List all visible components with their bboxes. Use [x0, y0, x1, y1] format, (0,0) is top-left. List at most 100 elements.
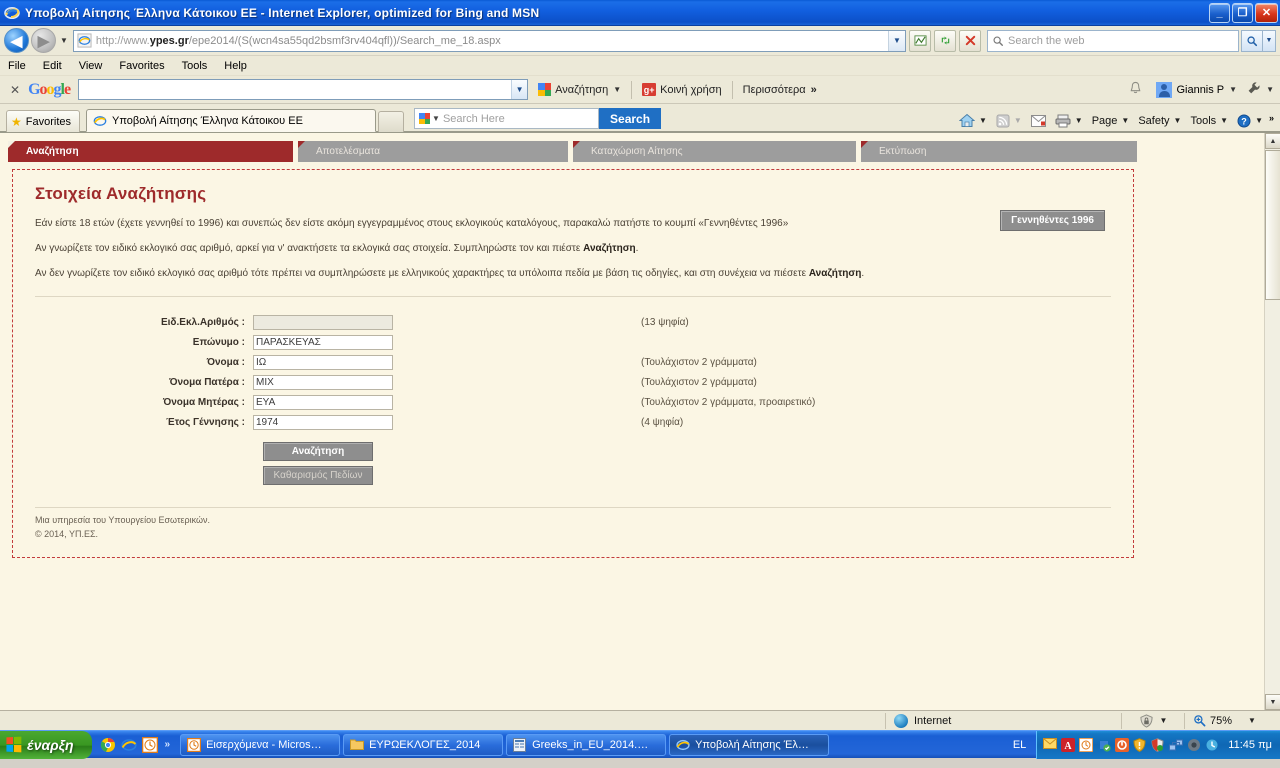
account-name[interactable]: Giannis P — [1176, 84, 1224, 96]
shield-icon[interactable] — [1133, 737, 1147, 752]
google-search-caret[interactable]: ▼ — [511, 80, 528, 99]
forward-button[interactable]: ▶ — [31, 28, 56, 53]
home-button[interactable]: ▼ — [958, 113, 987, 128]
clock-icon[interactable] — [1078, 736, 1094, 753]
zoom-control[interactable]: 75% ▼ — [1185, 711, 1280, 730]
chrome-icon[interactable] — [100, 737, 116, 753]
search-placeholder-text: Search the web — [1008, 34, 1085, 47]
home-caret-icon[interactable]: ▼ — [979, 116, 987, 125]
taskbar-item-ie-active[interactable]: Υποβολή Αίτησης Έλ… — [669, 733, 830, 756]
page-caret-icon[interactable]: ▼ — [1121, 116, 1129, 125]
safety-menu-button[interactable]: Safety ▼ — [1138, 115, 1181, 127]
network-icon[interactable] — [1169, 738, 1184, 752]
address-dropdown-caret[interactable]: ▼ — [888, 30, 905, 51]
feeds-button[interactable]: ▼ — [996, 114, 1022, 128]
search-provider-caret[interactable]: ▼ — [1263, 29, 1276, 52]
google-search-input[interactable]: ▼ — [78, 79, 529, 100]
quick-launch-overflow-icon[interactable]: » — [165, 739, 171, 750]
close-toolbar-button[interactable]: ✕ — [10, 83, 20, 97]
google-share-button[interactable]: g+ Κοινή χρήση — [642, 83, 722, 96]
taskbar-item-outlook[interactable]: Εισερχόμενα - Micros… — [180, 733, 341, 756]
restore-button[interactable]: ❐ — [1232, 2, 1253, 23]
menu-item-file[interactable]: File — [8, 60, 26, 72]
search-the-web-input[interactable]: Search the web — [987, 29, 1239, 52]
avg-icon[interactable] — [1115, 737, 1130, 752]
acrobat-icon[interactable]: A — [1061, 737, 1076, 752]
print-button[interactable]: ▼ — [1055, 114, 1083, 128]
safety-caret-icon[interactable]: ▼ — [1174, 116, 1182, 125]
taskbar-item-excel[interactable]: Greeks_in_EU_2014.… — [506, 733, 667, 756]
notifications-bell-icon[interactable] — [1129, 81, 1142, 98]
bing-provider-caret[interactable]: ▼ — [432, 114, 440, 123]
compatibility-view-icon[interactable] — [909, 29, 931, 52]
menu-item-tools[interactable]: Tools — [182, 60, 208, 72]
scrollbar-thumb[interactable] — [1265, 150, 1280, 300]
field-input-onoma-miteras[interactable]: ΕΥΑ — [253, 395, 393, 410]
protected-mode-indicator[interactable]: ▼ — [1122, 711, 1184, 730]
recent-pages-caret[interactable]: ▼ — [60, 36, 68, 45]
menu-item-favorites[interactable]: Favorites — [119, 60, 164, 72]
tab-kataxorisi-aitisis[interactable]: Καταχώριση Αίτησης — [573, 141, 856, 162]
refresh-icon[interactable] — [934, 29, 956, 52]
read-mail-button[interactable] — [1030, 114, 1046, 127]
speaker-icon[interactable] — [1187, 738, 1201, 752]
search-go-button[interactable] — [1241, 29, 1263, 52]
tab-ektyposi[interactable]: Εκτύπωση — [861, 141, 1137, 162]
account-caret-icon[interactable]: ▼ — [1229, 85, 1237, 94]
google-search-button[interactable]: Αναζήτηση ▼ — [538, 83, 621, 96]
help-menu-button[interactable]: ? ▼ — [1237, 114, 1263, 128]
bing-search-input[interactable]: ▼ Search Here — [414, 108, 600, 129]
browser-tab-active[interactable]: Υποβολή Αίτησης Έλληνα Κάτοικου ΕΕ — [86, 109, 377, 132]
born-1996-button[interactable]: Γεννηθέντες 1996 — [1000, 210, 1105, 231]
zoom-caret-icon[interactable]: ▼ — [1248, 716, 1256, 725]
menu-item-help[interactable]: Help — [224, 60, 247, 72]
command-overflow-icon[interactable]: » — [1269, 113, 1274, 123]
clear-fields-button[interactable]: Καθαρισμός Πεδίων — [263, 466, 373, 485]
search-submit-button[interactable]: Αναζήτηση — [263, 442, 373, 461]
chevron-down-icon[interactable]: ▼ — [613, 85, 621, 94]
tools-caret-icon[interactable]: ▼ — [1220, 116, 1228, 125]
protected-mode-caret[interactable]: ▼ — [1160, 716, 1168, 725]
menu-item-edit[interactable]: Edit — [43, 60, 62, 72]
field-input-onoma[interactable]: ΙΩ — [253, 355, 393, 370]
mail-icon[interactable] — [1043, 737, 1058, 752]
google-more-button[interactable]: Περισσότερα » — [743, 84, 817, 96]
tools-menu-button[interactable]: Tools ▼ — [1190, 115, 1228, 127]
clock-icon[interactable] — [141, 736, 158, 753]
address-bar[interactable]: http://www.ypes.gr/epe2014/(S(wcn4sa55qd… — [72, 29, 906, 52]
field-input-eponymo[interactable]: ΠΑΡΑΣΚΕΥΑΣ — [253, 335, 393, 350]
field-input-onoma-patera[interactable]: ΜΙΧ — [253, 375, 393, 390]
taskbar-item-folder[interactable]: ΕΥΡΩΕΚΛΟΓΕΣ_2014 — [343, 733, 504, 756]
google-logo: Google — [28, 80, 71, 98]
menu-item-view[interactable]: View — [79, 60, 103, 72]
antivirus-icon[interactable] — [1097, 738, 1111, 752]
internet-explorer-icon[interactable] — [120, 737, 137, 753]
wrench-settings-icon[interactable] — [1247, 81, 1261, 98]
help-caret-icon[interactable]: ▼ — [1255, 116, 1263, 125]
update-icon[interactable] — [1205, 738, 1219, 752]
tab-apotelesmata[interactable]: Αποτελέσματα — [298, 141, 568, 162]
vertical-scrollbar[interactable]: ▲ ▼ — [1264, 133, 1280, 710]
close-button[interactable]: ✕ — [1255, 2, 1278, 23]
security-zone[interactable]: Internet — [886, 711, 1121, 730]
settings-caret-icon[interactable]: ▼ — [1266, 85, 1274, 94]
tab-anazitisi[interactable]: Αναζήτηση — [8, 141, 293, 162]
scroll-down-button[interactable]: ▼ — [1265, 694, 1280, 710]
scroll-up-button[interactable]: ▲ — [1265, 133, 1280, 149]
field-input-eidikos-arithmos[interactable] — [253, 315, 393, 330]
bing-search-button[interactable]: Search — [599, 108, 662, 129]
taskbar-clock[interactable]: 11:45 πμ — [1228, 739, 1272, 751]
page-menu-button[interactable]: Page ▼ — [1092, 115, 1130, 127]
stop-icon[interactable] — [959, 29, 981, 52]
language-indicator[interactable]: EL — [1003, 739, 1036, 751]
print-caret-icon[interactable]: ▼ — [1075, 116, 1083, 125]
back-button[interactable]: ◀ — [4, 28, 29, 53]
new-tab-button[interactable] — [378, 111, 405, 132]
google-share-label: Κοινή χρήση — [660, 83, 722, 96]
minimize-button[interactable]: _ — [1209, 2, 1230, 23]
avatar[interactable] — [1156, 81, 1173, 98]
field-input-etos-gennisis[interactable]: 1974 — [253, 415, 393, 430]
security-icon[interactable] — [1151, 737, 1165, 752]
favorites-button[interactable]: ★ Favorites — [6, 110, 81, 132]
start-button[interactable]: έναρξη — [0, 730, 92, 759]
